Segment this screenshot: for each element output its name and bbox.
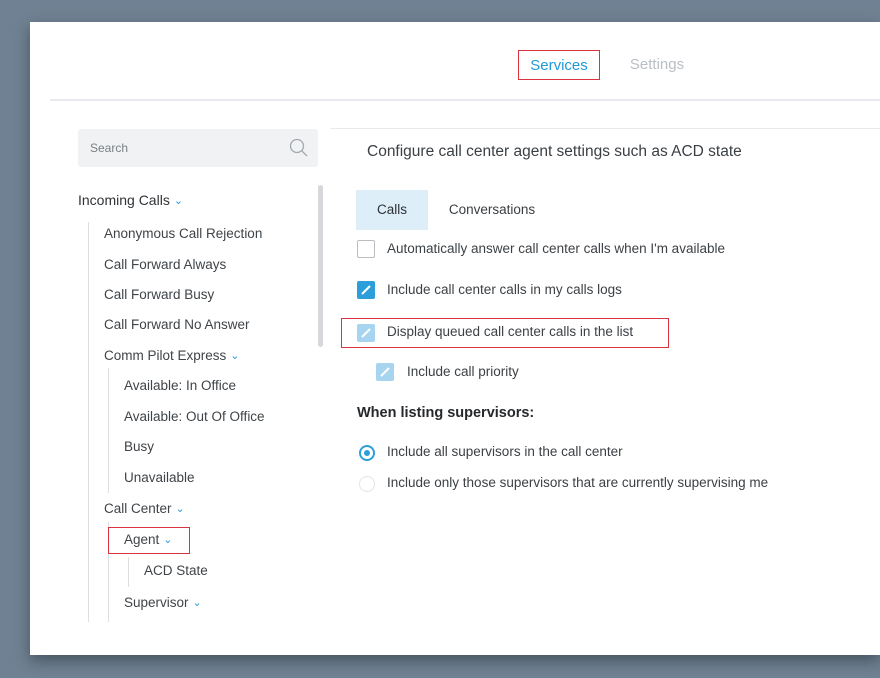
- tree-item-label: Comm Pilot Express: [104, 348, 227, 363]
- chevron-down-icon: ⌄: [163, 534, 173, 546]
- chevron-down-icon: ⌄: [175, 503, 185, 515]
- tree-item-call-forward-busy[interactable]: Call Forward Busy: [104, 286, 214, 304]
- include-call-priority-label: Include call priority: [407, 364, 519, 379]
- tab-settings[interactable]: Settings: [622, 50, 692, 80]
- tree-guide-line: [108, 368, 109, 493]
- tree-item-call-forward-no-answer[interactable]: Call Forward No Answer: [104, 316, 250, 334]
- tree-guide-line: [88, 222, 89, 622]
- tab-services[interactable]: Services: [518, 50, 600, 80]
- checkmark-icon: [380, 367, 390, 377]
- tree-item-agent[interactable]: Agent ⌄: [124, 531, 173, 549]
- search-icon[interactable]: [288, 137, 310, 159]
- auto-answer-checkbox[interactable]: [357, 240, 375, 258]
- include-call-logs-checkbox[interactable]: [357, 281, 375, 299]
- tree-item-label: Agent: [124, 532, 160, 547]
- tree-item-busy[interactable]: Busy: [124, 438, 154, 456]
- supervisors-heading: When listing supervisors:: [357, 405, 535, 421]
- tree-item-label: Incoming Calls: [78, 192, 170, 208]
- top-divider: [50, 99, 880, 101]
- tree-item-available-in-office[interactable]: Available: In Office: [124, 377, 236, 395]
- checkmark-icon: [361, 285, 371, 295]
- search-input[interactable]: [90, 139, 280, 157]
- tree-item-label: Call Center: [104, 501, 172, 516]
- include-supervising-only-label: Include only those supervisors that are …: [387, 475, 769, 490]
- tree-item-supervisor[interactable]: Supervisor ⌄: [124, 594, 202, 612]
- checkmark-icon: [361, 328, 371, 338]
- include-call-logs-label: Include call center calls in my calls lo…: [387, 282, 622, 297]
- tab-conversations[interactable]: Conversations: [442, 190, 542, 230]
- page-title: Configure call center agent settings suc…: [367, 143, 742, 160]
- chevron-down-icon: ⌄: [230, 350, 240, 362]
- include-all-supervisors-radio[interactable]: [359, 445, 375, 461]
- app-window: Services Settings Incoming Calls⌄ Anonym…: [30, 22, 880, 655]
- pane-divider: [330, 128, 880, 129]
- search-box: [78, 129, 318, 167]
- tree-item-anonymous-call-rejection[interactable]: Anonymous Call Rejection: [104, 225, 262, 243]
- tree-item-call-center[interactable]: Call Center ⌄: [104, 500, 185, 518]
- tree-guide-line: [128, 557, 129, 587]
- display-queued-label: Display queued call center calls in the …: [387, 324, 634, 339]
- tree-item-call-forward-always[interactable]: Call Forward Always: [104, 256, 226, 274]
- top-nav: Services Settings: [30, 22, 880, 100]
- tab-calls[interactable]: Calls: [356, 190, 428, 230]
- tree-item-comm-pilot-express[interactable]: Comm Pilot Express ⌄: [104, 347, 240, 365]
- tree-item-incoming-calls[interactable]: Incoming Calls ⌄: [78, 191, 183, 210]
- auto-answer-label: Automatically answer call center calls w…: [387, 241, 725, 256]
- sidebar-scrollbar[interactable]: [318, 185, 323, 347]
- tree-item-unavailable[interactable]: Unavailable: [124, 469, 195, 487]
- tree-item-label: Supervisor: [124, 595, 189, 610]
- chevron-down-icon: ⌄: [173, 195, 184, 207]
- include-all-supervisors-label: Include all supervisors in the call cent…: [387, 444, 623, 459]
- tree-item-acd-state[interactable]: ACD State: [144, 562, 208, 580]
- display-queued-checkbox[interactable]: [357, 324, 375, 342]
- include-call-priority-checkbox[interactable]: [376, 363, 394, 381]
- include-supervising-only-radio[interactable]: [359, 476, 375, 492]
- tree-item-available-out-of-office[interactable]: Available: Out Of Office: [124, 408, 265, 426]
- chevron-down-icon: ⌄: [192, 597, 202, 609]
